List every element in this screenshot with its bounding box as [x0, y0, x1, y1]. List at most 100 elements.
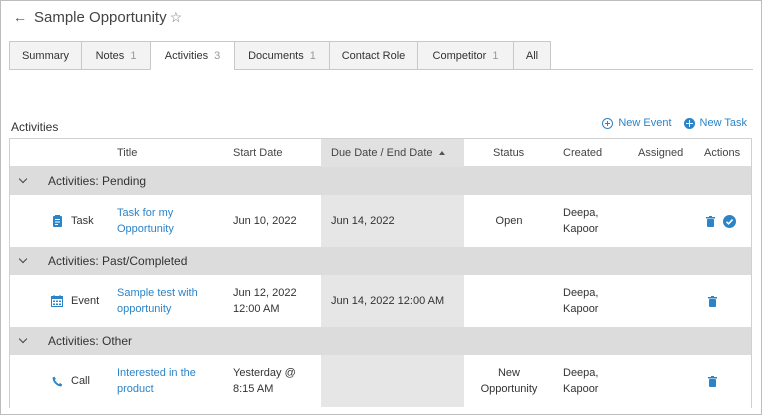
status-cell: New Opportunity	[474, 355, 544, 407]
start-date-cell: Yesterday @ 8:15 AM	[233, 355, 296, 407]
complete-check-icon[interactable]	[723, 214, 736, 228]
actions-cell	[708, 355, 717, 407]
new-event-label: New Event	[618, 117, 672, 129]
created-line: Deepa,	[563, 207, 599, 219]
tab-count: 1	[130, 49, 137, 62]
tab-all[interactable]: All	[513, 41, 551, 70]
group-label: Activities: Other	[48, 334, 133, 348]
column-header-actions: Actions	[704, 147, 741, 159]
table-row: Event Sample test with opportunity Jun 1…	[10, 275, 751, 327]
tab-documents[interactable]: Documents 1	[234, 41, 329, 70]
group-header-pending[interactable]: Activities: Pending	[10, 167, 751, 195]
status-cell: Open	[495, 215, 523, 227]
chevron-down-icon[interactable]	[18, 174, 28, 184]
section-title: Activities	[11, 120, 59, 134]
title-cell[interactable]: Sample test with opportunity	[117, 275, 198, 327]
created-line: Deepa,	[563, 287, 599, 299]
start-date-line: Jun 12, 2022	[233, 287, 297, 299]
tab-competitor[interactable]: Competitor 1	[417, 41, 513, 70]
tab-label: Activities	[164, 49, 209, 62]
actions-cell	[706, 195, 736, 247]
favorite-star-icon[interactable]: ☆	[170, 9, 183, 26]
back-arrow-icon[interactable]: ←	[13, 9, 27, 25]
title-cell[interactable]: Task for my Opportunity	[117, 195, 174, 247]
title-link[interactable]: Interested in the	[117, 365, 196, 381]
chevron-down-icon[interactable]	[18, 254, 28, 264]
tab-label: Documents	[248, 49, 304, 62]
new-task-label: New Task	[699, 117, 747, 129]
created-line: Deepa,	[563, 367, 599, 379]
delete-icon[interactable]	[706, 215, 715, 227]
tab-label: All	[525, 49, 539, 62]
table-row: Task Task for my Opportunity Jun 10, 202…	[10, 195, 751, 247]
calendar-icon	[51, 295, 63, 307]
title-cell[interactable]: Interested in the product	[117, 355, 196, 407]
start-time-line: 8:15 AM	[233, 383, 274, 395]
new-task-link[interactable]: New Task	[683, 117, 747, 129]
start-date-line: Yesterday @	[233, 367, 296, 379]
table-row: Call Interested in the product Yesterday…	[10, 355, 751, 407]
tab-label: Summary	[21, 49, 70, 62]
section-actions: New Event New Task	[602, 117, 747, 129]
sort-ascending-icon	[438, 151, 445, 155]
delete-icon[interactable]	[708, 375, 717, 387]
group-header-other[interactable]: Activities: Other	[10, 327, 751, 355]
created-line: Kapoor	[563, 303, 599, 315]
column-header-created[interactable]: Created	[563, 139, 602, 167]
actions-cell	[708, 275, 717, 327]
delete-icon[interactable]	[708, 295, 717, 307]
tab-count: 1	[492, 49, 499, 62]
phone-icon	[51, 375, 63, 387]
created-line: Kapoor	[563, 383, 599, 395]
start-time-line: 12:00 AM	[233, 303, 280, 315]
due-date-cell: Jun 14, 2022	[321, 195, 464, 247]
chevron-down-icon[interactable]	[18, 334, 28, 344]
plus-circle-icon	[602, 117, 614, 129]
title-link[interactable]: Task for my	[117, 205, 173, 221]
tab-count: 3	[214, 49, 221, 62]
tab-contact-role[interactable]: Contact Role	[329, 41, 417, 70]
title-link[interactable]: Sample test with	[117, 285, 198, 301]
status-line: Opportunity	[480, 383, 538, 395]
due-date-cell	[321, 355, 464, 407]
page-header: ← Sample Opportunity ☆	[13, 7, 182, 27]
due-date-cell: Jun 14, 2022 12:00 AM	[321, 275, 464, 327]
activities-table: Title Start Date Due Date / End Date Sta…	[9, 138, 752, 408]
type-label: Task	[71, 215, 94, 227]
tab-bar: Summary Notes 1 Activities 3 Documents 1 Co…	[9, 41, 551, 70]
start-date-cell: Jun 10, 2022	[233, 215, 297, 227]
table-header: Title Start Date Due Date / End Date Sta…	[10, 139, 751, 167]
column-header-start-date[interactable]: Start Date	[233, 139, 283, 167]
start-date-cell: Jun 12, 2022 12:00 AM	[233, 275, 297, 327]
created-cell: Deepa, Kapoor	[563, 275, 598, 327]
type-label: Call	[71, 375, 90, 387]
tab-summary[interactable]: Summary	[9, 41, 81, 70]
column-header-due-label: Due Date / End Date	[331, 147, 433, 159]
new-event-link[interactable]: New Event	[602, 117, 672, 129]
status-line: New	[497, 367, 520, 379]
group-header-past-completed[interactable]: Activities: Past/Completed	[10, 247, 751, 275]
column-header-title[interactable]: Title	[117, 139, 137, 167]
plus-circle-filled-icon	[683, 117, 695, 129]
page-title: Sample Opportunity	[34, 8, 167, 26]
task-icon	[51, 215, 63, 227]
column-header-status[interactable]: Status	[493, 139, 524, 167]
type-cell: Task	[51, 195, 94, 247]
column-header-assigned[interactable]: Assigned	[638, 139, 683, 167]
column-header-due-date[interactable]: Due Date / End Date	[321, 139, 464, 167]
title-link[interactable]: opportunity	[117, 301, 171, 317]
type-label: Event	[71, 295, 100, 307]
group-label: Activities: Pending	[48, 174, 147, 188]
title-link[interactable]: product	[117, 381, 154, 397]
tab-label: Competitor	[432, 49, 487, 62]
tab-label: Notes	[95, 49, 125, 62]
created-line: Kapoor	[563, 223, 599, 235]
tab-count: 1	[309, 49, 316, 62]
title-link[interactable]: Opportunity	[117, 221, 174, 237]
tab-label: Contact Role	[341, 49, 406, 62]
tab-activities[interactable]: Activities 3	[150, 41, 234, 70]
type-cell: Call	[51, 355, 90, 407]
created-cell: Deepa, Kapoor	[563, 355, 598, 407]
tab-notes[interactable]: Notes 1	[81, 41, 150, 70]
type-cell: Event	[51, 275, 99, 327]
